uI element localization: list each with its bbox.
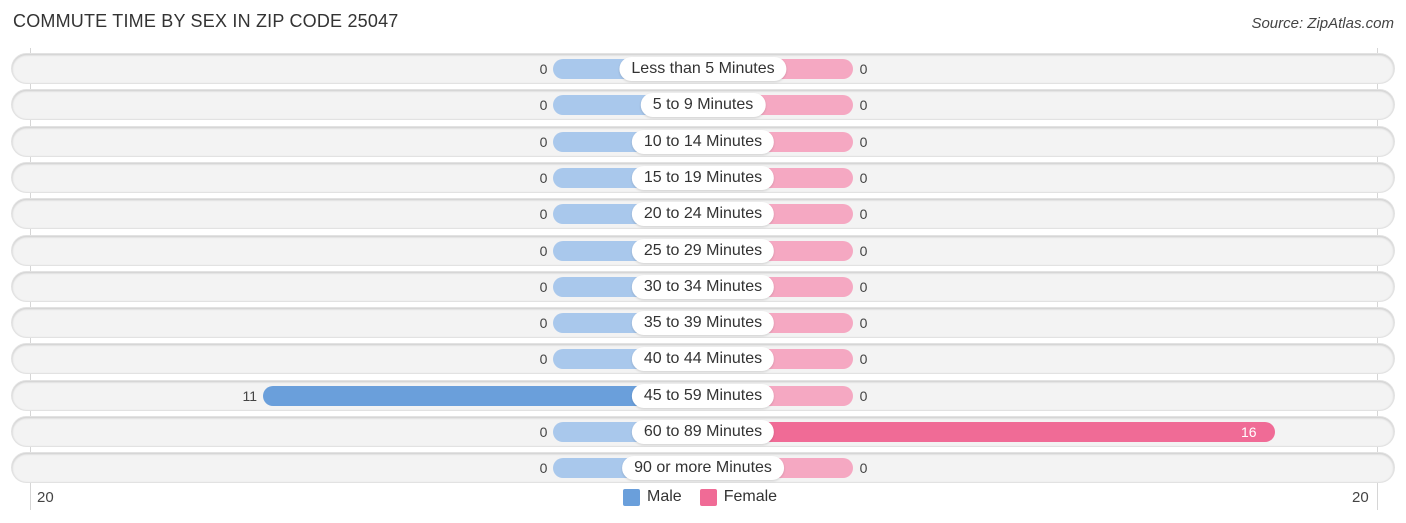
value-label-male: 0 (539, 314, 548, 331)
legend-item-female[interactable]: Female (699, 488, 778, 506)
value-label-female: 0 (859, 96, 868, 113)
category-label: 5 to 9 Minutes (640, 92, 766, 117)
chart-row: 0 0 90 or more Minutes (12, 453, 1394, 482)
value-label-female: 0 (859, 242, 868, 259)
value-label-male: 0 (539, 60, 548, 77)
value-label-male: 0 (539, 242, 548, 259)
legend-label-male: Male (647, 488, 682, 505)
value-label-female: 0 (859, 387, 868, 404)
chart-row: 0 0 40 to 44 Minutes (12, 344, 1394, 373)
category-label: Less than 5 Minutes (619, 56, 787, 81)
value-label-male: 0 (539, 133, 548, 150)
category-label: 40 to 44 Minutes (631, 346, 775, 371)
value-label-male: 11 (242, 387, 257, 404)
value-label-male: 0 (539, 169, 548, 186)
value-label-female: 16 (1241, 423, 1257, 440)
value-label-female: 0 (859, 60, 868, 77)
category-label: 30 to 34 Minutes (631, 274, 775, 299)
category-label: 10 to 14 Minutes (631, 129, 775, 154)
chart-row: 0 0 10 to 14 Minutes (12, 127, 1394, 156)
category-label: 45 to 59 Minutes (631, 383, 775, 408)
value-label-male: 0 (539, 278, 548, 295)
chart-row: 0 0 Less than 5 Minutes (12, 54, 1394, 83)
category-label: 25 to 29 Minutes (631, 238, 775, 263)
axis-label-right: 20 (1352, 489, 1369, 506)
value-label-female: 0 (859, 278, 868, 295)
legend-swatch-male (623, 488, 640, 506)
value-label-female: 0 (859, 133, 868, 150)
value-label-female: 0 (859, 205, 868, 222)
value-label-female: 0 (859, 169, 868, 186)
legend-swatch-female (699, 488, 717, 506)
chart-row: 0 0 20 to 24 Minutes (12, 199, 1394, 228)
category-label: 35 to 39 Minutes (631, 310, 775, 335)
value-label-male: 0 (539, 459, 548, 476)
chart-row: 0 16 60 to 89 Minutes (12, 417, 1394, 446)
value-label-female: 0 (859, 314, 868, 331)
source-label: Source: ZipAtlas.com (1251, 15, 1394, 32)
chart-title: COMMUTE TIME BY SEX IN ZIP CODE 25047 (13, 11, 399, 31)
chart-row: 0 0 35 to 39 Minutes (12, 308, 1394, 337)
category-label: 20 to 24 Minutes (631, 201, 775, 226)
value-label-female: 0 (859, 459, 868, 476)
legend-label-female: Female (723, 488, 778, 505)
category-label: 90 or more Minutes (622, 455, 784, 480)
category-label: 60 to 89 Minutes (631, 419, 775, 444)
value-label-male: 0 (539, 423, 548, 440)
value-label-male: 0 (539, 205, 548, 222)
axis-label-left: 20 (37, 489, 54, 506)
chart-row: 0 0 5 to 9 Minutes (12, 90, 1394, 119)
category-label: 15 to 19 Minutes (631, 165, 775, 190)
value-label-female: 0 (859, 350, 868, 367)
chart-row: 0 0 15 to 19 Minutes (12, 163, 1394, 192)
legend-item-male[interactable]: Male (623, 488, 682, 506)
chart-row: 0 0 30 to 34 Minutes (12, 272, 1394, 301)
chart-row: 11 0 45 to 59 Minutes (12, 381, 1394, 410)
legend: Male Female (623, 488, 795, 506)
value-label-male: 0 (539, 96, 548, 113)
bar-female[interactable] (703, 421, 1275, 442)
chart-row: 0 0 25 to 29 Minutes (12, 236, 1394, 265)
value-label-male: 0 (539, 350, 548, 367)
